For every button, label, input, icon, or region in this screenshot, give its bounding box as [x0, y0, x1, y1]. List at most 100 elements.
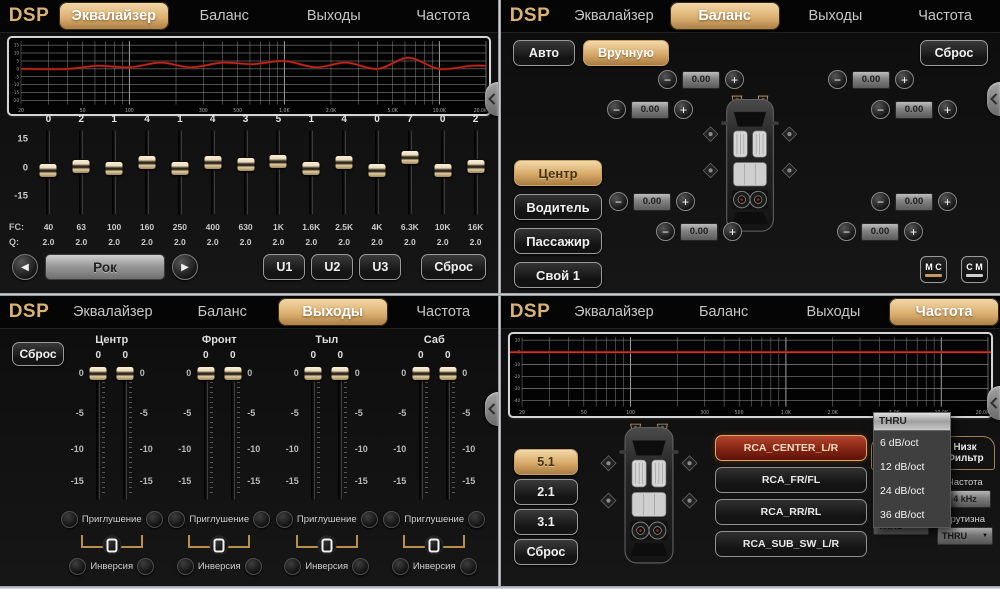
tab-outputs[interactable]: Выходы — [279, 0, 389, 32]
slider-knob[interactable] — [305, 367, 322, 380]
back-handle[interactable] — [987, 82, 1000, 116]
balance-preset-button[interactable]: Водитель — [514, 194, 602, 220]
rca-channel-button[interactable]: RCA_RR/RL — [715, 499, 867, 525]
slider-knob[interactable] — [303, 162, 320, 175]
mute-knob-right[interactable] — [146, 511, 163, 528]
preset-prev-button[interactable]: ◀ — [12, 254, 38, 280]
slope-option[interactable]: 36 dB/oct — [874, 503, 950, 527]
slider-knob[interactable] — [73, 160, 90, 173]
decrease-button[interactable]: − — [656, 222, 675, 241]
slider-knob[interactable] — [90, 367, 107, 380]
rca-channel-button[interactable]: RCA_CENTER_L/R — [715, 435, 867, 461]
mute-knob-right[interactable] — [361, 511, 378, 528]
balance-preset-button[interactable]: Свой 1 — [514, 262, 602, 288]
invert-knob-right[interactable] — [352, 558, 369, 575]
back-handle[interactable] — [987, 386, 1000, 420]
eq-band-slider[interactable] — [65, 127, 98, 219]
slider-knob[interactable] — [336, 156, 353, 169]
eq-band-slider[interactable] — [229, 127, 262, 219]
invert-knob-right[interactable] — [245, 558, 262, 575]
increase-button[interactable]: + — [938, 192, 957, 211]
mute-knob-right[interactable] — [468, 511, 485, 528]
eq-band-slider[interactable] — [393, 127, 426, 219]
slider-knob[interactable] — [138, 156, 155, 169]
balance-preset-button[interactable]: Центр — [514, 160, 602, 186]
output-slider[interactable]: 0 — [192, 350, 219, 502]
output-slider[interactable]: 0 — [300, 350, 327, 502]
preset-display[interactable]: Рок — [45, 254, 165, 280]
unit-toggle-button[interactable]: M C — [920, 256, 947, 283]
tab-equalizer[interactable]: Эквалайзер — [58, 296, 168, 328]
back-handle[interactable] — [485, 392, 498, 426]
rca-channel-button[interactable]: RCA_FR/FL — [715, 467, 867, 493]
tab-frequency[interactable]: Частота — [889, 298, 999, 326]
invert-knob-left[interactable] — [392, 558, 409, 575]
decrease-button[interactable]: − — [837, 222, 856, 241]
tab-balance[interactable]: Баланс — [168, 296, 278, 328]
tab-frequency[interactable]: Частота — [890, 0, 1000, 32]
decrease-button[interactable]: − — [871, 192, 890, 211]
invert-knob-left[interactable] — [69, 558, 86, 575]
tab-balance[interactable]: Баланс — [670, 2, 780, 30]
slider-knob[interactable] — [270, 155, 287, 168]
unit-toggle-button[interactable]: C M — [961, 256, 988, 283]
slider-knob[interactable] — [332, 367, 349, 380]
output-slider[interactable]: 0 — [434, 350, 461, 502]
increase-button[interactable]: + — [676, 192, 695, 211]
eq-band-slider[interactable] — [459, 127, 492, 219]
decrease-button[interactable]: − — [871, 100, 890, 119]
output-slider[interactable]: 0 — [327, 350, 354, 502]
slope-option[interactable]: 24 dB/oct — [874, 479, 950, 503]
crossover-reset-button[interactable]: Сброс — [514, 539, 578, 565]
invert-knob-left[interactable] — [177, 558, 194, 575]
increase-button[interactable]: + — [904, 222, 923, 241]
output-slider[interactable]: 0 — [219, 350, 246, 502]
eq-band-slider[interactable] — [426, 127, 459, 219]
increase-button[interactable]: + — [723, 222, 742, 241]
increase-button[interactable]: + — [895, 70, 914, 89]
mute-knob-left[interactable] — [383, 511, 400, 528]
invert-knob-right[interactable] — [137, 558, 154, 575]
increase-button[interactable]: + — [674, 100, 693, 119]
auto-button[interactable]: Авто — [513, 40, 575, 66]
slope-option-selected[interactable]: THRU — [873, 412, 951, 431]
slider-knob[interactable] — [434, 164, 451, 177]
eq-band-slider[interactable] — [262, 127, 295, 219]
eq-band-slider[interactable] — [361, 127, 394, 219]
eq-band-slider[interactable] — [328, 127, 361, 219]
slider-knob[interactable] — [412, 367, 429, 380]
slider-knob[interactable] — [106, 162, 123, 175]
channel-button[interactable]: 3.1 — [514, 509, 578, 535]
channel-button[interactable]: 2.1 — [514, 479, 578, 505]
slider-knob[interactable] — [368, 164, 385, 177]
tab-frequency[interactable]: Частота — [389, 0, 499, 32]
tab-balance[interactable]: Баланс — [669, 296, 779, 328]
decrease-button[interactable]: − — [609, 192, 628, 211]
output-slider[interactable]: 0 — [407, 350, 434, 502]
slider-knob[interactable] — [197, 367, 214, 380]
tab-equalizer[interactable]: Эквалайзер — [559, 0, 669, 32]
eq-band-slider[interactable] — [295, 127, 328, 219]
eq-memory-button[interactable]: U1 — [263, 254, 305, 280]
mute-knob-right[interactable] — [253, 511, 270, 528]
decrease-button[interactable]: − — [607, 100, 626, 119]
tab-equalizer[interactable]: Эквалайзер — [559, 296, 669, 328]
tab-frequency[interactable]: Частота — [389, 296, 499, 328]
link-channels-button[interactable] — [317, 536, 336, 555]
preset-next-button[interactable]: ▶ — [172, 254, 198, 280]
mute-knob-left[interactable] — [276, 511, 293, 528]
output-slider[interactable]: 0 — [85, 350, 112, 502]
eq-band-slider[interactable] — [32, 127, 65, 219]
slider-knob[interactable] — [171, 162, 188, 175]
invert-knob-left[interactable] — [284, 558, 301, 575]
tab-equalizer[interactable]: Эквалайзер — [59, 2, 169, 30]
slider-knob[interactable] — [237, 158, 254, 171]
slider-knob[interactable] — [40, 164, 57, 177]
decrease-button[interactable]: − — [828, 70, 847, 89]
slider-knob[interactable] — [204, 156, 221, 169]
channel-button[interactable]: 5.1 — [514, 449, 578, 475]
slider-knob[interactable] — [401, 151, 418, 164]
eq-memory-button[interactable]: U2 — [311, 254, 353, 280]
increase-button[interactable]: + — [725, 70, 744, 89]
manual-button[interactable]: Вручную — [583, 40, 669, 66]
